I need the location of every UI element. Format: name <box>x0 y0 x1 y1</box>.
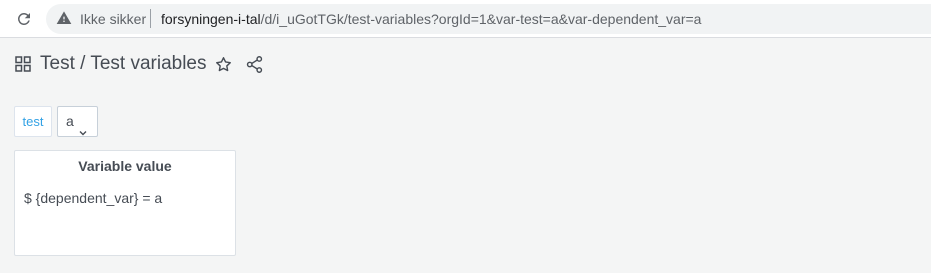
url-path: /d/i_uGotTGk/test-variables?orgId=1&var-… <box>260 11 702 27</box>
warning-icon[interactable] <box>56 10 72 26</box>
variable-selected-value: a <box>66 113 74 129</box>
variable-select-test[interactable]: a <box>57 106 98 137</box>
browser-address-bar: Ikke sikker forsyningen-i-tal/d/i_uGotTG… <box>0 0 931 38</box>
page-title[interactable]: Test / Test variables <box>40 52 207 76</box>
dashboard-grid-icon[interactable] <box>14 55 32 73</box>
chevron-down-icon <box>79 118 87 136</box>
panel-title[interactable]: Variable value <box>15 157 235 175</box>
url-text[interactable]: forsyningen-i-tal/d/i_uGotTGk/test-varia… <box>161 10 701 28</box>
text-panel: Variable value $ {dependent_var} = a <box>14 150 236 256</box>
url-host: forsyningen-i-tal <box>161 11 261 27</box>
variable-label-test: test <box>14 106 52 137</box>
panel-content: $ {dependent_var} = a <box>24 190 163 206</box>
share-icon[interactable] <box>245 55 264 74</box>
security-status-label[interactable]: Ikke sikker <box>80 10 146 28</box>
url-separator <box>150 9 151 28</box>
reload-icon[interactable] <box>14 9 34 29</box>
star-icon[interactable] <box>214 55 233 74</box>
